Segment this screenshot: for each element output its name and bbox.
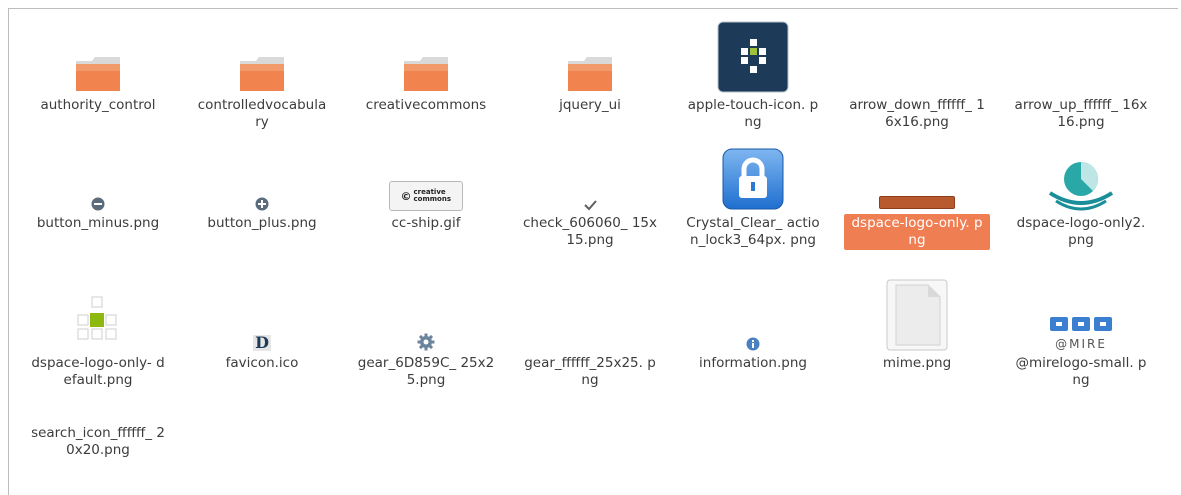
file-name: mime.png [882,355,952,371]
file-name: gear_6D859C_ 25x25.png [357,355,495,388]
file-item[interactable]: authority_control [25,19,171,115]
dspace-logo2-icon [1048,162,1114,211]
file-item[interactable]: button_minus.png [25,137,171,233]
file-name: authority_control [40,97,156,113]
plus-circle-icon [255,197,269,211]
folder-icon [240,57,284,91]
squares-logo-icon [77,296,117,340]
file-name: button_minus.png [36,215,160,231]
file-name: arrow_up_ffffff_ 16x16.png [1014,97,1148,130]
folder-icon [76,57,120,91]
file-name: dspace-logo-only. png [844,214,990,250]
file-item[interactable]: dspace-logo-only. png [844,137,990,250]
file-name: dspace-logo-only2. png [1016,215,1146,248]
dspace-logo-icon [717,21,789,93]
file-item[interactable]: jquery_ui [517,19,663,115]
gear-icon [417,333,435,351]
file-name: button_plus.png [207,215,317,231]
checkmark-icon [583,200,597,211]
file-name: check_606060_ 15x15.png [522,215,658,248]
file-item[interactable]: apple-touch-icon. png [680,19,826,132]
minus-circle-icon [91,197,105,211]
blank-icon [90,405,106,421]
file-item[interactable]: gear_6D859C_ 25x25.png [353,277,499,390]
file-item[interactable]: dspace-logo-only2. png [1008,137,1154,250]
file-name: creativecommons [365,97,487,113]
file-name: @mirelogo-small. png [1015,355,1147,388]
cc-circle-icon: © [400,189,412,203]
file-name: controlledvocabula ry [197,97,327,130]
file-name: favicon.ico [225,355,299,371]
cc-badge-text: creative commons [413,188,452,203]
file-item[interactable]: D favicon.ico [189,277,335,373]
lock-icon [722,148,784,210]
bar-icon [879,196,955,209]
mire-logo-text: @MIRE [1055,337,1107,351]
file-item[interactable]: creativecommons [353,19,499,115]
blank-icon [582,335,598,351]
favicon-d-icon: D [253,333,271,352]
file-item[interactable]: button_plus.png [189,137,335,233]
file-name: search_icon_ffffff_ 20x20.png [31,425,165,458]
mire-logo-icon: @MIRE [1045,315,1117,351]
file-manager-icon-view: authority_control controlledvocabula ry … [8,8,1178,495]
file-item[interactable]: information.png [680,277,826,373]
file-name: gear_ffffff_25x25. png [524,355,656,388]
file-name: arrow_down_ffffff_ 16x16.png [849,97,985,130]
creative-commons-badge-icon: © creative commons [389,181,463,211]
file-item[interactable]: © creative commons cc-ship.gif [353,137,499,233]
folder-icon [404,57,448,91]
file-name: cc-ship.gif [391,215,461,231]
file-item[interactable]: controlledvocabula ry [189,19,335,132]
blank-icon [909,77,925,93]
blank-icon [1073,77,1089,93]
folder-icon [568,57,612,91]
file-item[interactable]: @MIRE @mirelogo-small. png [1008,277,1154,390]
file-item[interactable]: arrow_down_ffffff_ 16x16.png [844,19,990,132]
mire-blocks-icon [1050,317,1112,331]
file-item[interactable]: Crystal_Clear_ action_lock3_64px. png [680,137,826,250]
file-name: jquery_ui [559,97,621,113]
file-name: apple-touch-icon. png [687,97,819,130]
file-name: information.png [699,355,807,371]
document-icon [886,279,948,351]
info-icon [746,337,760,351]
file-item[interactable]: arrow_up_ffffff_ 16x16.png [1008,19,1154,132]
file-item[interactable]: check_606060_ 15x15.png [517,137,663,250]
file-item[interactable]: mime.png [844,277,990,373]
file-name: Crystal_Clear_ action_lock3_64px. png [686,215,820,248]
file-item[interactable]: search_icon_ffffff_ 20x20.png [25,347,171,460]
file-item[interactable]: gear_ffffff_25x25. png [517,277,663,390]
